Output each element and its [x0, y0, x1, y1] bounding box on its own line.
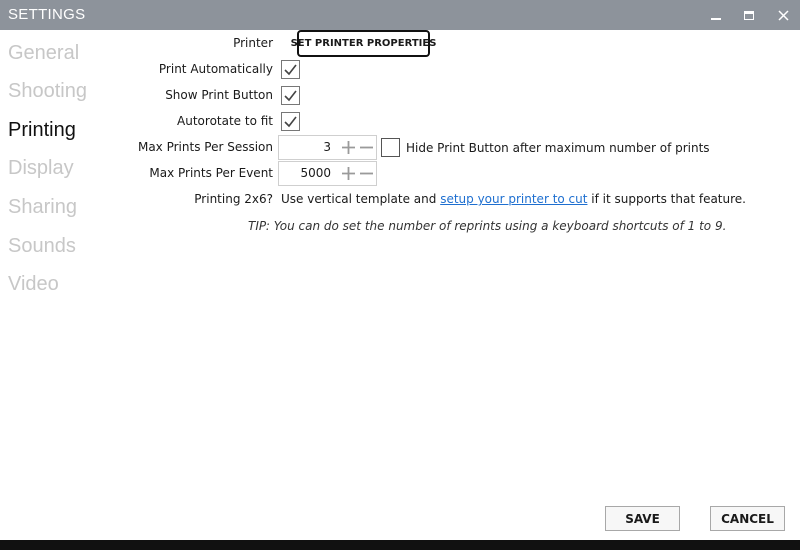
show-print-button-checkbox[interactable]: [281, 86, 300, 105]
max-prints-event-stepper[interactable]: 5000: [278, 161, 377, 186]
printing-2x6-label: Printing 2x6?: [194, 192, 273, 206]
maximize-icon: [744, 10, 754, 20]
max-prints-session-value[interactable]: 3: [323, 140, 331, 154]
max-prints-session-stepper[interactable]: 3: [278, 135, 377, 160]
window-title: SETTINGS: [8, 6, 86, 23]
autorotate-checkbox[interactable]: [281, 112, 300, 131]
hide-print-button-checkbox[interactable]: [381, 138, 400, 157]
bottom-edge: [0, 540, 800, 550]
print-automatically-label: Print Automatically: [158, 62, 273, 76]
plus-icon[interactable]: [341, 140, 356, 155]
close-icon: [777, 9, 789, 21]
checkmark-icon: [284, 64, 297, 76]
help-text-after: if it supports that feature.: [591, 192, 746, 206]
sidebar-item-sounds[interactable]: Sounds: [8, 235, 76, 258]
autorotate-label: Autorotate to fit: [177, 114, 273, 128]
tip-text: TIP: You can do set the number of reprin…: [248, 219, 727, 233]
minus-icon[interactable]: [359, 140, 374, 155]
hide-print-button-label: Hide Print Button after maximum number o…: [406, 141, 710, 155]
set-printer-properties-button[interactable]: SET PRINTER PROPERTIES: [291, 30, 436, 57]
printer-label: Printer: [233, 36, 273, 50]
setup-printer-link[interactable]: setup your printer to cut: [440, 192, 587, 206]
show-print-button-label: Show Print Button: [165, 88, 273, 102]
checkmark-icon: [284, 116, 297, 128]
print-automatically-checkbox[interactable]: [281, 60, 300, 79]
sidebar-item-video[interactable]: Video: [8, 273, 59, 296]
minus-icon[interactable]: [359, 166, 374, 181]
cancel-button[interactable]: CANCEL: [710, 506, 785, 531]
max-prints-session-label: Max Prints Per Session: [137, 140, 273, 154]
max-prints-event-value[interactable]: 5000: [300, 166, 331, 180]
plus-icon[interactable]: [341, 166, 356, 181]
max-prints-event-label: Max Prints Per Event: [149, 166, 273, 180]
minimize-button[interactable]: [699, 0, 733, 30]
close-button[interactable]: [766, 0, 800, 30]
minimize-icon: [711, 18, 721, 20]
save-button[interactable]: SAVE: [605, 506, 680, 531]
maximize-button[interactable]: [732, 0, 766, 30]
title-bar: SETTINGS: [0, 0, 800, 30]
printing-2x6-help: Use vertical template and setup your pri…: [281, 192, 746, 206]
checkmark-icon: [284, 90, 297, 102]
help-text-before: Use vertical template and: [281, 192, 437, 206]
